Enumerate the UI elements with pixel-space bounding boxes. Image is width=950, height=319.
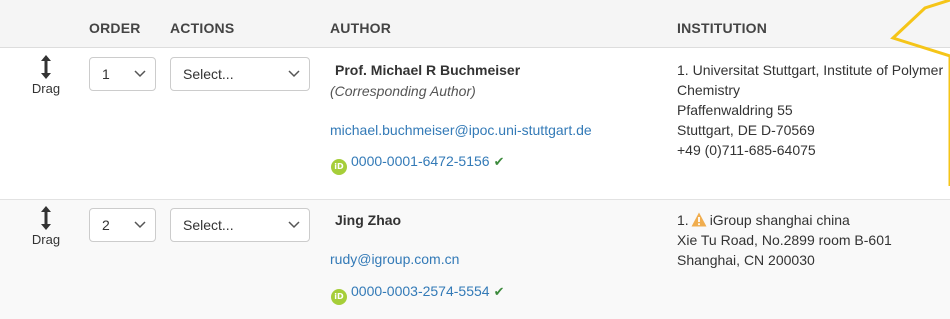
callout-pointer: [890, 0, 950, 186]
